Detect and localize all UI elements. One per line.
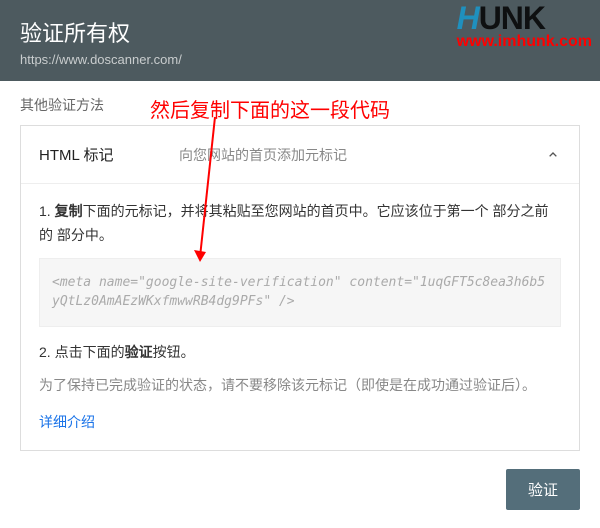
card-header[interactable]: HTML 标记 向您网站的首页添加元标记 xyxy=(21,126,579,184)
watermark-logo: HUNK www.imhunk.com xyxy=(457,2,592,50)
method-description: 向您网站的首页添加元标记 xyxy=(179,145,561,165)
page-header: 验证所有权 https://www.doscanner.com/ HUNK ww… xyxy=(0,0,600,81)
keep-tag-note: 为了保持已完成验证的状态，请不要移除该元标记（即使是在成功通过验证后）。 xyxy=(39,374,561,398)
step-1: 1. 复制下面的元标记，并将其粘贴至您网站的首页中。它应该位于第一个 部分之前的… xyxy=(39,200,561,248)
site-url: https://www.doscanner.com/ xyxy=(20,52,580,67)
card-body: 1. 复制下面的元标记，并将其粘贴至您网站的首页中。它应该位于第一个 部分之前的… xyxy=(21,184,579,450)
verify-button[interactable]: 验证 xyxy=(506,469,580,510)
meta-tag-code[interactable]: <meta name="google-site-verification" co… xyxy=(39,258,561,327)
logo-text-top: HUNK xyxy=(457,2,592,34)
method-name: HTML 标记 xyxy=(39,144,179,165)
footer: 验证 xyxy=(0,459,600,526)
annotation-text: 然后复制下面的这一段代码 xyxy=(150,94,390,123)
step-2: 2. 点击下面的验证按钮。 xyxy=(39,341,561,365)
chevron-up-icon xyxy=(545,147,561,163)
verification-method-card: HTML 标记 向您网站的首页添加元标记 1. 复制下面的元标记，并将其粘贴至您… xyxy=(20,125,580,451)
learn-more-link[interactable]: 详细介绍 xyxy=(39,414,95,430)
logo-text-bottom: www.imhunk.com xyxy=(457,34,592,50)
